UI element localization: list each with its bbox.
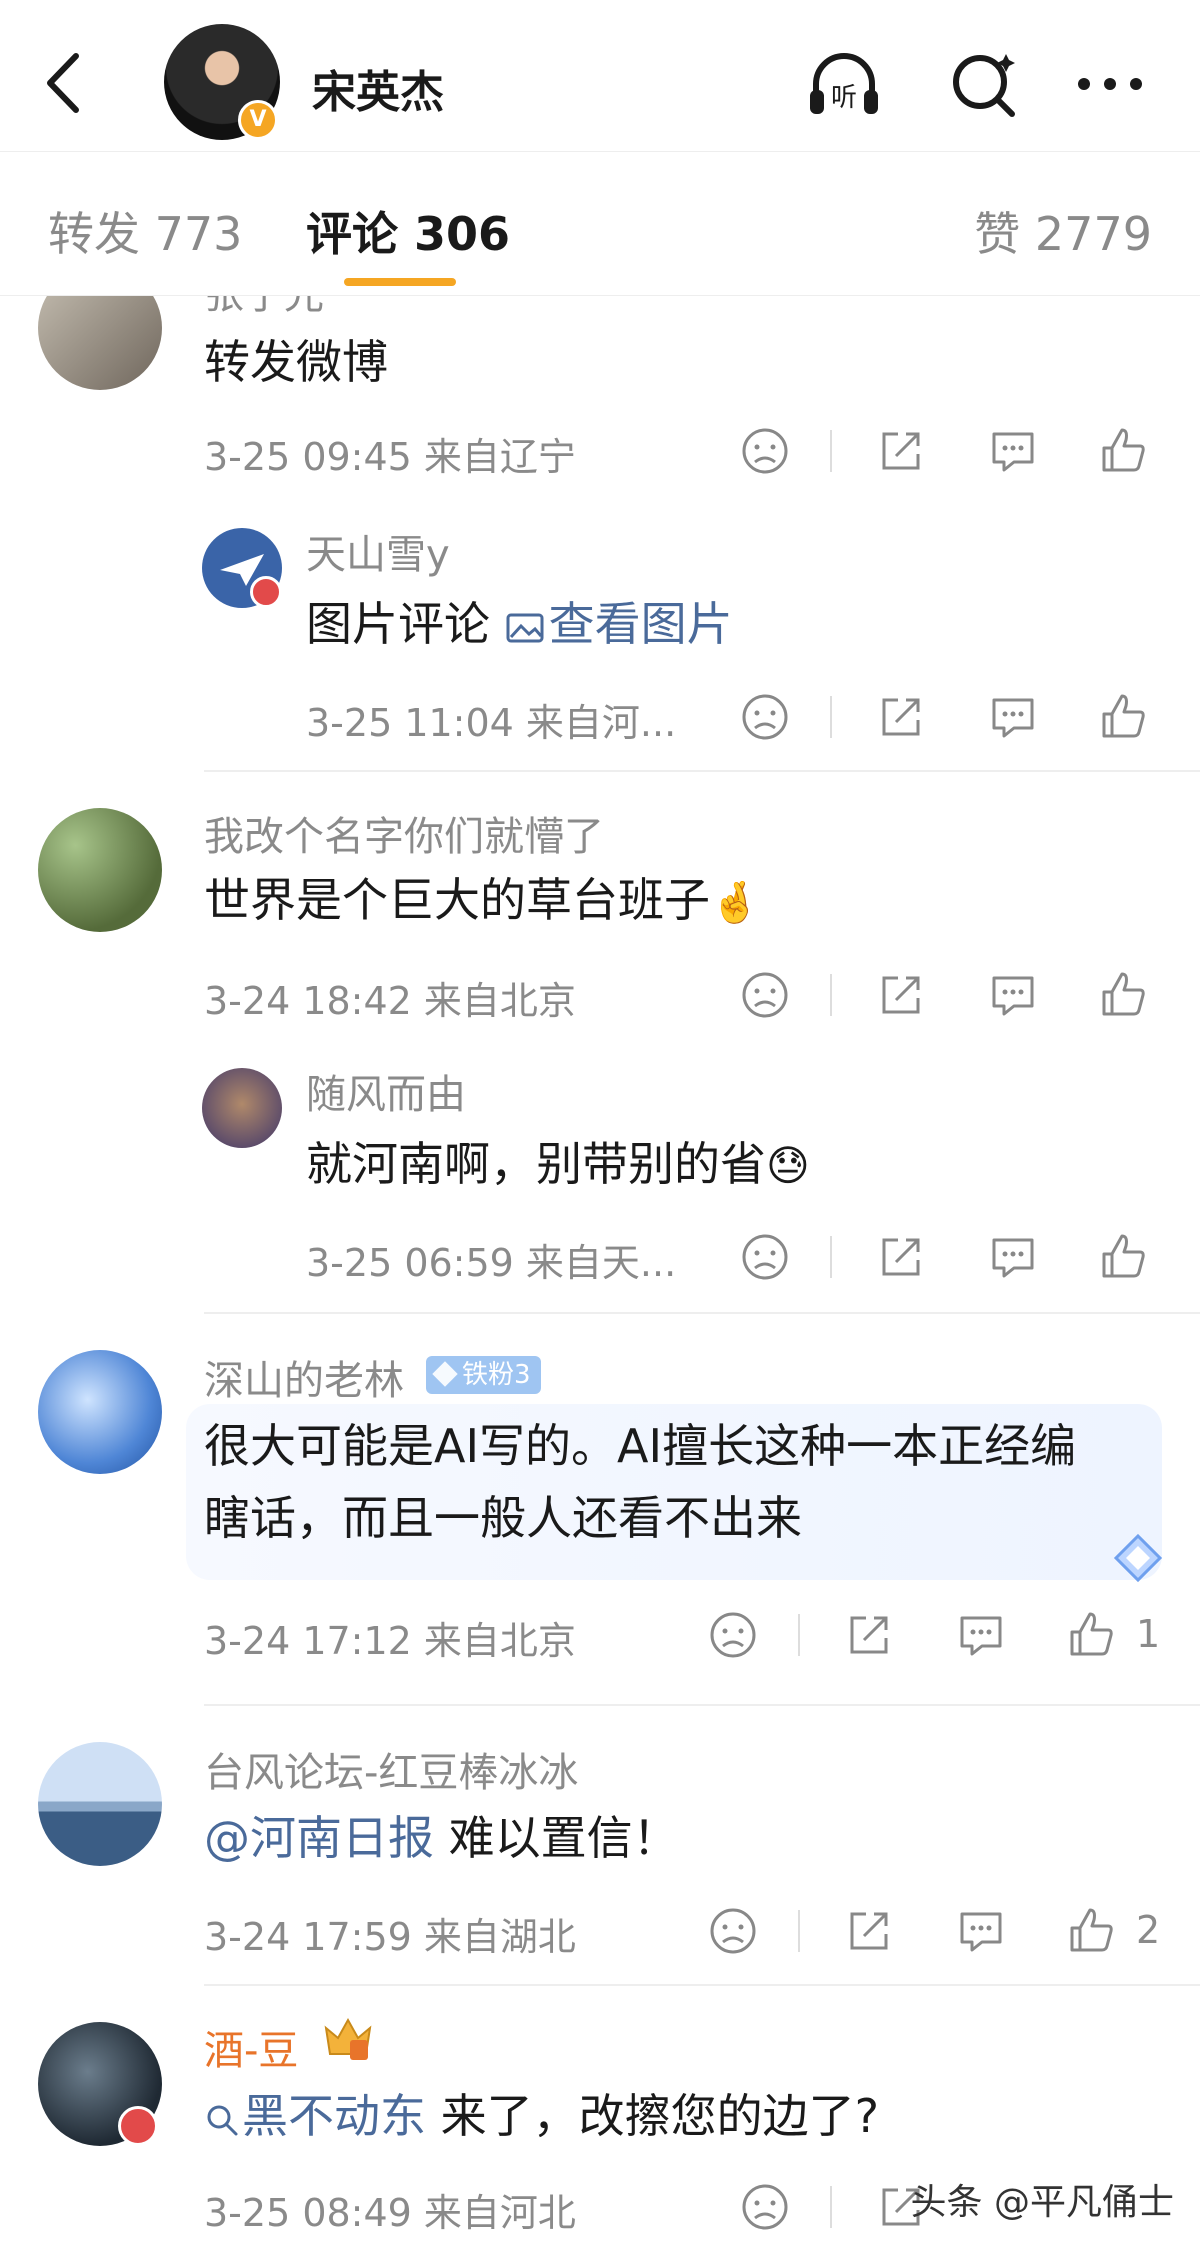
comment-text-line1: 很大可能是AI写的。AI擅长这种一本正经编 xyxy=(204,1419,1077,1473)
dislike-icon[interactable] xyxy=(738,424,792,478)
comment-icon[interactable] xyxy=(986,968,1040,1022)
action-separator xyxy=(830,2186,832,2228)
member-badge xyxy=(118,2106,158,2146)
comment-item: 张子光 转发微博 3-25 09:45 来自辽宁 天山雪y 图 xyxy=(0,296,1200,776)
user-avatar[interactable] xyxy=(38,1742,162,1866)
comment-icon[interactable] xyxy=(954,1608,1008,1662)
comment-username[interactable]: 张子光 xyxy=(204,296,324,320)
search-link-icon xyxy=(207,2105,238,2135)
reply-username[interactable]: 天山雪y xyxy=(306,522,450,580)
view-image-link[interactable]: 查看图片 xyxy=(505,597,733,651)
action-separator xyxy=(830,1236,832,1278)
action-separator xyxy=(830,974,832,1016)
comment-icon[interactable] xyxy=(986,1230,1040,1284)
member-badge xyxy=(250,576,282,608)
reply-username[interactable]: 随风而由 xyxy=(306,1062,466,1120)
comment-icon[interactable] xyxy=(986,424,1040,478)
comment-username[interactable]: 我改个名字你们就懵了 xyxy=(204,804,604,862)
like-icon[interactable] xyxy=(1064,1904,1118,1958)
like-icon[interactable] xyxy=(1096,424,1150,478)
comment-meta: 3-24 17:12 来自北京 xyxy=(204,1619,576,1663)
dislike-icon[interactable] xyxy=(706,1904,760,1958)
user-avatar[interactable] xyxy=(202,1068,282,1148)
comment-icon[interactable] xyxy=(954,1904,1008,1958)
user-avatar[interactable] xyxy=(38,808,162,932)
share-icon[interactable] xyxy=(874,424,928,478)
action-separator xyxy=(798,1910,800,1952)
listen-icon[interactable]: 听 xyxy=(804,44,884,124)
dislike-icon[interactable] xyxy=(738,1230,792,1284)
comment-meta: 3-24 17:59 来自湖北 xyxy=(204,1915,576,1959)
dislike-icon[interactable] xyxy=(706,1608,760,1662)
reply-text: 就河南啊，别带别的省😓 xyxy=(306,1128,810,1202)
like-icon[interactable] xyxy=(1096,968,1150,1022)
top-bar: V 宋英杰 听 xyxy=(0,0,1200,152)
reply-text: 图片评论 查看图片 xyxy=(306,588,733,660)
action-separator xyxy=(798,1614,800,1656)
back-icon[interactable] xyxy=(40,48,90,118)
comment-list[interactable]: 张子光 转发微博 3-25 09:45 来自辽宁 天山雪y 图 xyxy=(0,296,1200,2245)
reply-text-body: 就河南啊，别带别的省 xyxy=(306,1137,766,1191)
share-icon[interactable] xyxy=(874,690,928,744)
profile-name[interactable]: 宋英杰 xyxy=(312,56,444,120)
image-icon xyxy=(506,613,544,642)
comment-text: 世界是个巨大的草台班子🤞 xyxy=(204,864,760,939)
comment-text: 转发微博 xyxy=(204,335,388,389)
tab-bar: 转发 773 评论 306 赞 2779 xyxy=(0,152,1200,296)
search-topic-label[interactable]: 黑不动东 xyxy=(242,2089,426,2143)
active-tab-indicator xyxy=(344,278,456,286)
dislike-icon[interactable] xyxy=(738,968,792,1022)
tab-reposts[interactable]: 转发 773 xyxy=(48,198,242,264)
like-icon[interactable] xyxy=(1064,1608,1118,1662)
comment-text-body: 世界是个巨大的草台班子 xyxy=(204,873,710,927)
comment-username[interactable]: 酒-豆 xyxy=(204,2018,298,2076)
user-avatar[interactable] xyxy=(38,1350,162,1474)
comment-text-body: 来了，改擦您的边了? xyxy=(426,2089,880,2143)
share-icon[interactable] xyxy=(842,1904,896,1958)
mention-link[interactable]: @河南日报 xyxy=(204,1811,434,1865)
like-icon[interactable] xyxy=(1096,1230,1150,1284)
comment-meta: 3-25 08:49 来自河北 xyxy=(204,2191,576,2235)
reply-meta: 3-25 11:04 来自河... xyxy=(306,701,677,745)
verified-badge: V xyxy=(238,100,278,140)
diamond-icon xyxy=(432,1361,458,1387)
comment-meta: 3-24 18:42 来自北京 xyxy=(204,979,576,1023)
comment-meta: 3-25 09:45 来自辽宁 xyxy=(204,435,576,479)
comment-text: 黑不动东 来了，改擦您的边了? xyxy=(204,2080,879,2152)
fan-level-badge: 铁粉3 xyxy=(426,1356,541,1394)
crown-badge-icon xyxy=(324,2017,372,2060)
diamond-decor-icon xyxy=(1113,1533,1163,1583)
tab-likes[interactable]: 赞 2779 xyxy=(974,198,1152,264)
comment-text-body: 难以置信！ xyxy=(434,1811,679,1865)
like-count: 2 xyxy=(1136,1908,1161,1952)
action-separator xyxy=(830,696,832,738)
comment-item: 台风论坛-红豆棒冰冰 @河南日报 难以置信！ 3-24 17:59 来自湖北 2 xyxy=(0,1706,1200,1986)
finger-heart-emoji: 🤞 xyxy=(710,880,760,926)
comment-username[interactable]: 深山的老林 xyxy=(204,1348,404,1406)
action-separator xyxy=(830,430,832,472)
more-icon[interactable] xyxy=(1070,44,1150,124)
search-icon[interactable] xyxy=(944,44,1024,124)
user-avatar[interactable] xyxy=(38,296,162,390)
dislike-icon[interactable] xyxy=(738,2180,792,2234)
like-icon[interactable] xyxy=(1096,690,1150,744)
reply-meta: 3-25 06:59 来自天... xyxy=(306,1241,677,1285)
comment-username[interactable]: 台风论坛-红豆棒冰冰 xyxy=(204,1740,578,1798)
like-count: 1 xyxy=(1136,1612,1161,1656)
comment-text-line2: 瞎话，而且一般人还看不出来 xyxy=(204,1491,802,1545)
search-topic-link[interactable]: 黑不动东 xyxy=(204,2089,426,2143)
comment-text: @河南日报 难以置信！ xyxy=(204,1802,679,1874)
share-icon[interactable] xyxy=(874,968,928,1022)
sweat-emoji: 😓 xyxy=(766,1141,810,1190)
share-icon[interactable] xyxy=(874,1230,928,1284)
svg-text:听: 听 xyxy=(831,83,857,113)
view-image-label[interactable]: 查看图片 xyxy=(549,597,733,651)
fan-level-label: 铁粉3 xyxy=(462,1360,531,1390)
comment-icon[interactable] xyxy=(986,690,1040,744)
watermark: 头条 @平凡俑士 xyxy=(910,2182,1174,2223)
dislike-icon[interactable] xyxy=(738,690,792,744)
reply-text-body: 图片评论 xyxy=(306,597,505,651)
tab-comments[interactable]: 评论 306 xyxy=(306,198,510,264)
share-icon[interactable] xyxy=(842,1608,896,1662)
